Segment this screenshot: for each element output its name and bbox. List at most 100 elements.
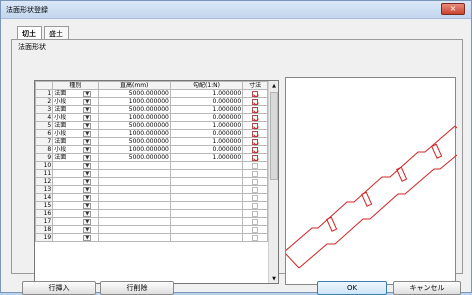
table-row[interactable]: 14 ▼ <box>35 193 268 202</box>
empty-checkbox-icon[interactable] <box>252 170 259 177</box>
kind-select[interactable]: 法面 ▼ <box>52 105 99 114</box>
height-cell[interactable] <box>97 161 171 170</box>
dropdown-arrow-icon[interactable]: ▼ <box>83 162 92 169</box>
height-cell[interactable]: 1000.000000 <box>97 97 171 106</box>
kind-select[interactable]: ▼ <box>52 209 99 218</box>
table-row[interactable]: 19 ▼ <box>35 233 268 242</box>
slope-cell[interactable] <box>169 233 244 242</box>
slope-cell[interactable]: 0.000000 <box>169 113 244 122</box>
slope-cell[interactable] <box>169 177 244 186</box>
checked-mark-icon[interactable] <box>252 154 259 161</box>
table-row[interactable]: 9 法面 ▼ 5000.000000 1.000000 <box>35 153 268 162</box>
table-row[interactable]: 15 ▼ <box>35 201 268 210</box>
table-row[interactable]: 3 法面 ▼ 5000.000000 1.000000 <box>35 105 268 114</box>
slope-cell[interactable] <box>169 185 244 194</box>
scroll-up-icon[interactable]: ▲ <box>270 82 278 90</box>
dropdown-arrow-icon[interactable]: ▼ <box>83 234 92 241</box>
slope-cell[interactable]: 1.000000 <box>169 121 244 130</box>
height-cell[interactable]: 1000.000000 <box>97 113 171 122</box>
slope-cell[interactable] <box>169 217 244 226</box>
height-cell[interactable] <box>97 201 171 210</box>
empty-checkbox-icon[interactable] <box>252 178 259 185</box>
empty-checkbox-icon[interactable] <box>252 202 259 209</box>
dropdown-arrow-icon[interactable]: ▼ <box>83 130 92 137</box>
scroll-thumb[interactable] <box>270 92 278 180</box>
height-cell[interactable] <box>97 169 171 178</box>
table-row[interactable]: 10 ▼ <box>35 161 268 170</box>
dimension-cell[interactable] <box>242 97 268 106</box>
dimension-cell[interactable] <box>242 105 268 114</box>
empty-checkbox-icon[interactable] <box>252 210 259 217</box>
slope-cell[interactable]: 0.000000 <box>169 145 244 154</box>
empty-checkbox-icon[interactable] <box>252 218 259 225</box>
empty-checkbox-icon[interactable] <box>252 234 259 241</box>
height-cell[interactable] <box>97 217 171 226</box>
kind-select[interactable]: 法面 ▼ <box>52 153 99 162</box>
dimension-cell[interactable] <box>242 145 268 154</box>
table-row[interactable]: 6 小段 ▼ 1000.000000 0.000000 <box>35 129 268 138</box>
scroll-down-icon[interactable]: ▼ <box>270 275 278 283</box>
slope-cell[interactable]: 1.000000 <box>169 105 244 114</box>
dropdown-arrow-icon[interactable]: ▼ <box>83 186 92 193</box>
height-cell[interactable] <box>97 185 171 194</box>
kind-select[interactable]: ▼ <box>52 193 99 202</box>
checked-mark-icon[interactable] <box>252 106 259 113</box>
slope-cell[interactable] <box>169 209 244 218</box>
checked-mark-icon[interactable] <box>252 122 259 129</box>
dimension-cell[interactable] <box>242 201 268 210</box>
table-row[interactable]: 1 法面 ▼ 5000.000000 1.000000 <box>35 89 268 98</box>
slope-cell[interactable]: 0.000000 <box>169 129 244 138</box>
slope-cell[interactable]: 1.000000 <box>169 89 244 98</box>
checked-mark-icon[interactable] <box>252 146 259 153</box>
kind-select[interactable]: ▼ <box>52 185 99 194</box>
dropdown-arrow-icon[interactable]: ▼ <box>83 98 92 105</box>
height-cell[interactable]: 5000.000000 <box>97 121 171 130</box>
dropdown-arrow-icon[interactable]: ▼ <box>83 146 92 153</box>
height-cell[interactable] <box>97 193 171 202</box>
dropdown-arrow-icon[interactable]: ▼ <box>83 154 92 161</box>
kind-select[interactable]: 小段 ▼ <box>52 129 99 138</box>
height-cell[interactable]: 5000.000000 <box>97 153 171 162</box>
kind-select[interactable]: ▼ <box>52 161 99 170</box>
table-row[interactable]: 13 ▼ <box>35 185 268 194</box>
table-row[interactable]: 11 ▼ <box>35 169 268 178</box>
kind-select[interactable]: ▼ <box>52 233 99 242</box>
tab-fill-earth[interactable]: 盛土 <box>44 26 69 40</box>
dropdown-arrow-icon[interactable]: ▼ <box>83 114 92 121</box>
slope-cell[interactable]: 0.000000 <box>169 97 244 106</box>
dimension-cell[interactable] <box>242 217 268 226</box>
dropdown-arrow-icon[interactable]: ▼ <box>83 138 92 145</box>
dropdown-arrow-icon[interactable]: ▼ <box>83 178 92 185</box>
checked-mark-icon[interactable] <box>252 130 259 137</box>
table-row[interactable]: 7 法面 ▼ 5000.000000 1.000000 <box>35 137 268 146</box>
slope-cell[interactable]: 1.000000 <box>169 153 244 162</box>
height-cell[interactable] <box>97 233 171 242</box>
kind-select[interactable]: ▼ <box>52 225 99 234</box>
dimension-cell[interactable] <box>242 209 268 218</box>
checked-mark-icon[interactable] <box>252 98 259 105</box>
table-row[interactable]: 18 ▼ <box>35 225 268 234</box>
height-cell[interactable] <box>97 209 171 218</box>
dimension-cell[interactable] <box>242 233 268 242</box>
close-button[interactable]: × <box>441 3 465 15</box>
kind-select[interactable]: ▼ <box>52 201 99 210</box>
kind-select[interactable]: 法面 ▼ <box>52 121 99 130</box>
table-row[interactable]: 8 小段 ▼ 1000.000000 0.000000 <box>35 145 268 154</box>
kind-select[interactable]: ▼ <box>52 169 99 178</box>
dropdown-arrow-icon[interactable]: ▼ <box>83 202 92 209</box>
empty-checkbox-icon[interactable] <box>252 194 259 201</box>
dimension-cell[interactable] <box>242 185 268 194</box>
checked-mark-icon[interactable] <box>252 90 259 97</box>
dimension-cell[interactable] <box>242 225 268 234</box>
dropdown-arrow-icon[interactable]: ▼ <box>83 218 92 225</box>
empty-checkbox-icon[interactable] <box>252 162 259 169</box>
table-row[interactable]: 12 ▼ <box>35 177 268 186</box>
slope-cell[interactable] <box>169 193 244 202</box>
dropdown-arrow-icon[interactable]: ▼ <box>83 226 92 233</box>
table-row[interactable]: 4 小段 ▼ 1000.000000 0.000000 <box>35 113 268 122</box>
kind-select[interactable]: 小段 ▼ <box>52 113 99 122</box>
slope-cell[interactable] <box>169 201 244 210</box>
height-cell[interactable]: 5000.000000 <box>97 105 171 114</box>
table-scrollbar[interactable]: ▲ ▼ <box>268 81 278 283</box>
dimension-cell[interactable] <box>242 161 268 170</box>
